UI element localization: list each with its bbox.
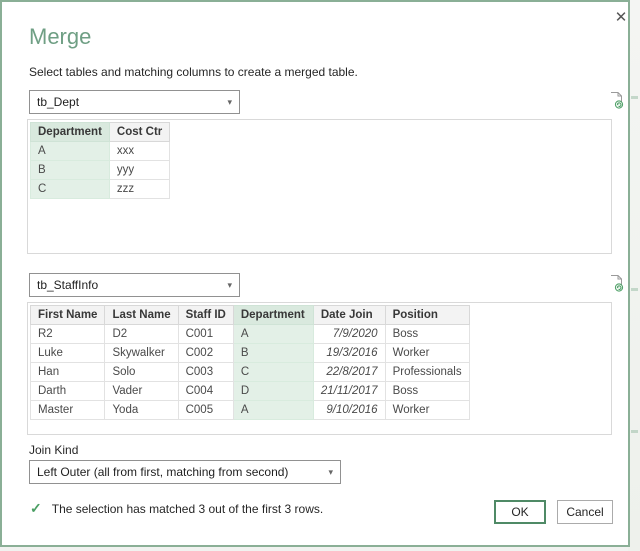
match-status-text: The selection has matched 3 out of the f…	[52, 502, 323, 516]
first-table-select[interactable]: tb_Dept ▾	[29, 90, 240, 114]
table-cell[interactable]: C	[233, 363, 313, 382]
table-row: HanSoloC003C22/8/2017Professionals	[31, 363, 470, 382]
table-row: DarthVaderC004D21/11/2017Boss	[31, 382, 470, 401]
refresh-preview-icon[interactable]	[608, 274, 626, 293]
column-header[interactable]: Last Name	[105, 306, 178, 325]
dialog-subtitle: Select tables and matching columns to cr…	[29, 65, 358, 79]
column-header[interactable]: Department	[31, 123, 110, 142]
background-artifact	[631, 96, 638, 99]
table-cell[interactable]: C004	[178, 382, 233, 401]
second-table-preview: First NameLast NameStaff IDDepartmentDat…	[27, 302, 612, 435]
table-cell[interactable]: A	[233, 401, 313, 420]
dept-table: DepartmentCost CtrAxxxByyyCzzz	[30, 122, 170, 199]
table-cell[interactable]: C005	[178, 401, 233, 420]
first-table-preview: DepartmentCost CtrAxxxByyyCzzz	[27, 119, 612, 254]
table-row: MasterYodaC005A9/10/2016Worker	[31, 401, 470, 420]
column-header[interactable]: Position	[385, 306, 469, 325]
table-cell[interactable]: D2	[105, 325, 178, 344]
column-header[interactable]: First Name	[31, 306, 105, 325]
table-cell[interactable]: Vader	[105, 382, 178, 401]
dialog-title: Merge	[29, 24, 91, 50]
join-kind-label: Join Kind	[29, 443, 78, 457]
second-table-select[interactable]: tb_StaffInfo ▾	[29, 273, 240, 297]
table-cell[interactable]: Worker	[385, 344, 469, 363]
column-header[interactable]: Date Join	[313, 306, 385, 325]
staff-table: First NameLast NameStaff IDDepartmentDat…	[30, 305, 470, 420]
refresh-preview-icon[interactable]	[608, 91, 626, 110]
table-cell[interactable]: Han	[31, 363, 105, 382]
table-cell[interactable]: C003	[178, 363, 233, 382]
match-status: ✓ The selection has matched 3 out of the…	[30, 500, 323, 517]
table-cell[interactable]: zzz	[109, 180, 169, 199]
table-cell[interactable]: C002	[178, 344, 233, 363]
table-cell[interactable]: yyy	[109, 161, 169, 180]
table-row: Byyy	[31, 161, 170, 180]
cancel-button[interactable]: Cancel	[557, 500, 613, 524]
column-header[interactable]: Cost Ctr	[109, 123, 169, 142]
table-cell[interactable]: Darth	[31, 382, 105, 401]
table-cell[interactable]: xxx	[109, 142, 169, 161]
table-cell[interactable]: B	[233, 344, 313, 363]
close-icon[interactable]: ✕	[610, 6, 632, 28]
table-cell[interactable]: Solo	[105, 363, 178, 382]
background-artifact	[631, 430, 638, 433]
table-cell[interactable]: C001	[178, 325, 233, 344]
table-cell[interactable]: 9/10/2016	[313, 401, 385, 420]
table-cell[interactable]: Professionals	[385, 363, 469, 382]
table-cell[interactable]: Yoda	[105, 401, 178, 420]
chevron-down-icon: ▾	[227, 97, 232, 108]
table-cell[interactable]: A	[31, 142, 110, 161]
table-cell[interactable]: C	[31, 180, 110, 199]
first-table-select-value: tb_Dept	[37, 95, 79, 109]
table-cell[interactable]: 22/8/2017	[313, 363, 385, 382]
table-row: R2D2C001A7/9/2020Boss	[31, 325, 470, 344]
table-row: Axxx	[31, 142, 170, 161]
column-header[interactable]: Staff ID	[178, 306, 233, 325]
table-cell[interactable]: Worker	[385, 401, 469, 420]
chevron-down-icon: ▾	[328, 467, 333, 478]
header-row: First NameLast NameStaff IDDepartmentDat…	[31, 306, 470, 325]
chevron-down-icon: ▾	[227, 280, 232, 291]
table-cell[interactable]: Luke	[31, 344, 105, 363]
table-cell[interactable]: Boss	[385, 382, 469, 401]
background-artifact	[631, 288, 638, 291]
merge-dialog: ✕ Merge Select tables and matching colum…	[0, 0, 630, 547]
check-icon: ✓	[30, 500, 42, 517]
table-cell[interactable]: 19/3/2016	[313, 344, 385, 363]
table-cell[interactable]: 21/11/2017	[313, 382, 385, 401]
ok-button[interactable]: OK	[494, 500, 546, 524]
table-cell[interactable]: R2	[31, 325, 105, 344]
table-cell[interactable]: Skywalker	[105, 344, 178, 363]
table-row: LukeSkywalkerC002B19/3/2016Worker	[31, 344, 470, 363]
table-row: Czzz	[31, 180, 170, 199]
second-table-select-value: tb_StaffInfo	[37, 278, 98, 292]
table-cell[interactable]: D	[233, 382, 313, 401]
table-cell[interactable]: 7/9/2020	[313, 325, 385, 344]
column-header[interactable]: Department	[233, 306, 313, 325]
join-kind-select[interactable]: Left Outer (all from first, matching fro…	[29, 460, 341, 484]
table-cell[interactable]: Master	[31, 401, 105, 420]
table-cell[interactable]: Boss	[385, 325, 469, 344]
table-cell[interactable]: B	[31, 161, 110, 180]
table-cell[interactable]: A	[233, 325, 313, 344]
join-kind-value: Left Outer (all from first, matching fro…	[37, 465, 288, 479]
header-row: DepartmentCost Ctr	[31, 123, 170, 142]
